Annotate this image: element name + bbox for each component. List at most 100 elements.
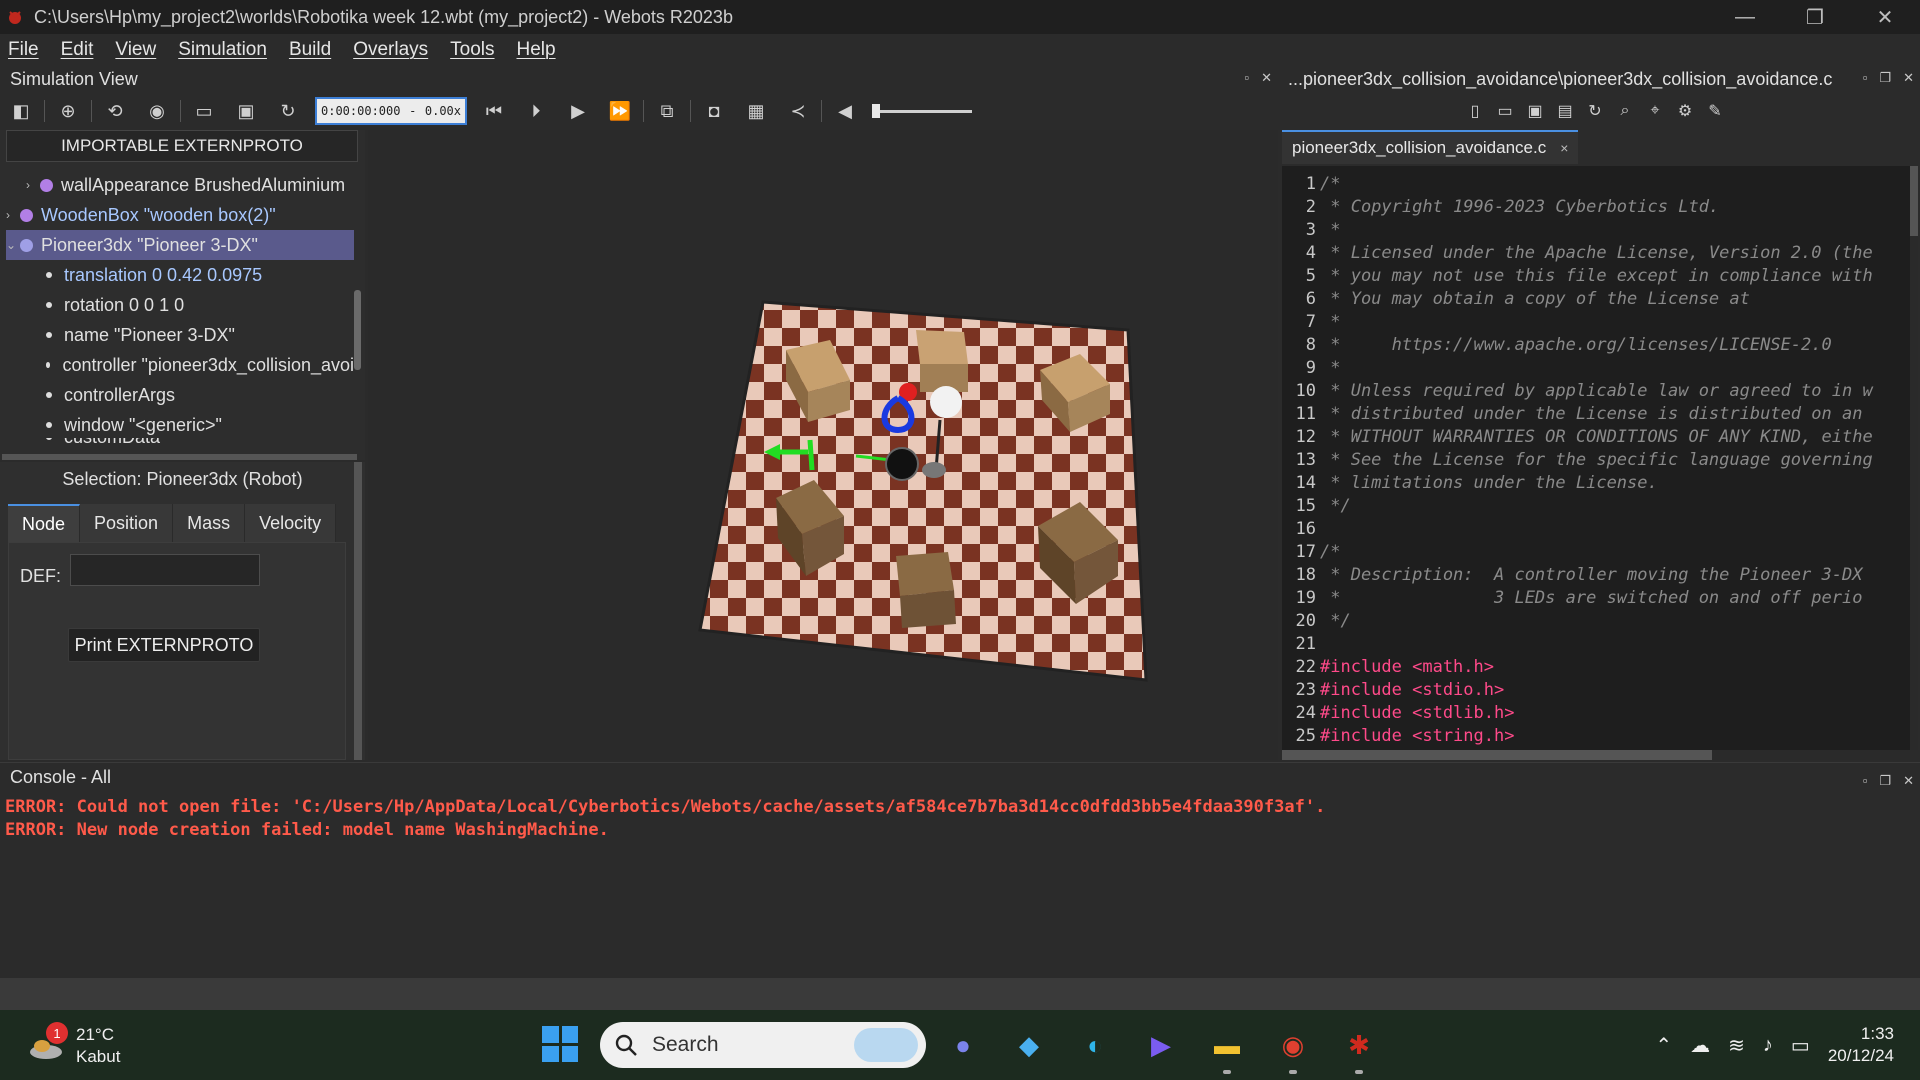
code-line[interactable]: 6 * You may obtain a copy of the License… [1282,289,1910,312]
cardboard-box[interactable] [916,330,968,392]
scene-tree-hscrollbar[interactable] [2,454,357,460]
code-line[interactable]: 24 #include <stdlib.h> [1282,703,1910,726]
wifi-icon[interactable]: ≋ [1728,1033,1745,1058]
code-line[interactable]: 19 * 3 LEDs are switched on and off peri… [1282,588,1910,611]
taskbar-search-box[interactable]: Search [600,1022,926,1068]
clean-icon[interactable]: ✎ [1700,94,1730,128]
console-panel[interactable]: Console - All ▫ ❐ ✕ ERROR: Could not ope… [0,762,1920,978]
scene-tree-header[interactable]: IMPORTABLE EXTERNPROTO [6,130,358,162]
code-line[interactable]: 9 * [1282,358,1910,381]
tree-node-wooden-box[interactable]: › WoodenBox "wooden box(2)" [6,200,276,230]
minimize-button[interactable]: — [1710,0,1780,34]
open-world-icon[interactable]: ▭ [183,94,225,128]
code-line[interactable]: 22 #include <math.h> [1282,657,1910,680]
share-icon[interactable]: ≺ [777,94,819,128]
code-line[interactable]: 11 * distributed under the License is di… [1282,404,1910,427]
expand-arrow-icon[interactable]: › [6,208,20,222]
save-file-icon[interactable]: ▣ [1520,94,1550,128]
webots-taskbar-icon[interactable]: ✱ [1340,1026,1378,1064]
onedrive-icon[interactable]: ☁ [1690,1033,1710,1058]
tree-node-wall-appearance[interactable]: › wallAppearance BrushedAluminium [26,170,345,200]
save-as-icon[interactable]: ▤ [1550,94,1580,128]
volume-icon[interactable]: ◀ [824,94,866,128]
replace-icon[interactable]: ⌖ [1640,94,1670,128]
volume-slider-handle[interactable] [872,104,880,118]
selection-scrollbar[interactable] [354,462,362,760]
tree-field-custom-data[interactable]: customData "" [46,438,178,452]
editor-hscroll-thumb[interactable] [1282,750,1712,760]
reload-world-icon[interactable]: ↻ [267,94,309,128]
collapse-arrow-icon[interactable]: ⌄ [6,238,20,252]
render-toggle-icon[interactable]: ⧉ [646,94,688,128]
print-externproto-button[interactable]: Print EXTERNPROTO [68,628,260,662]
editor-vscrollbar[interactable] [1910,166,1918,750]
media-app-icon[interactable]: ▶ [1142,1026,1180,1064]
volume-icon[interactable]: ♪ [1763,1034,1773,1057]
menu-edit[interactable]: Edit [61,39,94,61]
fast-forward-icon[interactable]: ⏩ [599,94,641,128]
code-line[interactable]: 7 * [1282,312,1910,335]
show-hidden-icons-icon[interactable]: ⌃ [1655,1033,1672,1058]
code-line[interactable]: 16 [1282,519,1910,542]
code-line[interactable]: 20 */ [1282,611,1910,634]
new-file-icon[interactable]: ▯ [1460,94,1490,128]
code-line[interactable]: 2 * Copyright 1996-2023 Cyberbotics Ltd. [1282,197,1910,220]
editor-hscrollbar[interactable] [1282,750,1910,760]
code-line[interactable]: 10 * Unless required by applicable law o… [1282,381,1910,404]
menu-simulation[interactable]: Simulation [178,39,267,61]
toggle-scene-tree-icon[interactable]: ◧ [0,94,42,128]
menu-view[interactable]: View [115,39,156,61]
float-dock-icon[interactable]: ▫ [1244,70,1249,86]
code-line[interactable]: 13 * See the License for the specific la… [1282,450,1910,473]
weather-widget[interactable]: 1 21°C Kabut [28,1022,120,1068]
code-line[interactable]: 5 * you may not use this file except in … [1282,266,1910,289]
battery-icon[interactable]: ▭ [1791,1033,1810,1058]
menu-build[interactable]: Build [289,39,331,61]
step-icon[interactable]: ⏵ [515,94,557,128]
tree-field-controller-args[interactable]: controllerArgs [46,380,175,410]
def-input[interactable] [70,554,260,586]
close-dock-icon[interactable]: ✕ [1261,70,1272,86]
build-settings-icon[interactable]: ⚙ [1670,94,1700,128]
restore-button[interactable]: ❐ [1780,0,1850,34]
restore-viewpoint-icon[interactable]: ⟲ [94,94,136,128]
find-icon[interactable]: ⌕ [1610,94,1640,128]
volume-slider[interactable] [872,101,972,121]
tree-node-pioneer3dx[interactable]: ⌄ Pioneer3dx "Pioneer 3-DX" [6,230,354,260]
maximize-dock-icon[interactable]: ❐ [1879,70,1891,86]
expand-arrow-icon[interactable]: › [26,178,40,192]
screenshot-icon[interactable]: ◘ [693,94,735,128]
view-eye-icon[interactable]: ◉ [136,94,178,128]
tree-field-controller[interactable]: controller "pioneer3dx_collision_avoi [46,350,354,380]
code-line[interactable]: 1/* [1282,174,1910,197]
editor-vscroll-thumb[interactable] [1910,166,1918,236]
maximize-dock-icon[interactable]: ❐ [1879,773,1891,789]
code-line[interactable]: 21 [1282,634,1910,657]
float-dock-icon[interactable]: ▫ [1863,70,1868,86]
menu-help[interactable]: Help [517,39,556,61]
pioneer-robot[interactable] [885,447,919,481]
revert-icon[interactable]: ↻ [1580,94,1610,128]
tree-field-window[interactable]: window "<generic>" [46,410,222,440]
clock[interactable]: 1:33 20/12/24 [1828,1023,1894,1067]
chrome-icon[interactable]: ◉ [1274,1026,1312,1064]
open-file-icon[interactable]: ▭ [1490,94,1520,128]
copilot-icon[interactable]: ◆ [1010,1026,1048,1064]
code-line[interactable]: 3 * [1282,220,1910,243]
menu-tools[interactable]: Tools [450,39,494,61]
y-axis-arrow-shaft[interactable] [807,439,815,471]
teams-icon[interactable]: ● [944,1026,982,1064]
close-dock-icon[interactable]: ✕ [1903,70,1914,86]
code-line[interactable]: 23 #include <stdio.h> [1282,680,1910,703]
menu-overlays[interactable]: Overlays [353,39,428,61]
3d-viewport[interactable] [368,130,1278,760]
code-line[interactable]: 25 #include <string.h> [1282,726,1910,749]
add-node-icon[interactable]: ⊕ [47,94,89,128]
close-button[interactable]: ✕ [1850,0,1920,34]
code-editor[interactable]: 1/* 2 * Copyright 1996-2023 Cyberbotics L… [1282,166,1910,750]
wooden-box[interactable] [896,552,956,628]
code-line[interactable]: 17/* [1282,542,1910,565]
tab-velocity[interactable]: Velocity [245,504,337,542]
float-dock-icon[interactable]: ▫ [1863,773,1868,789]
tree-field-rotation[interactable]: rotation 0 0 1 0 [46,290,184,320]
